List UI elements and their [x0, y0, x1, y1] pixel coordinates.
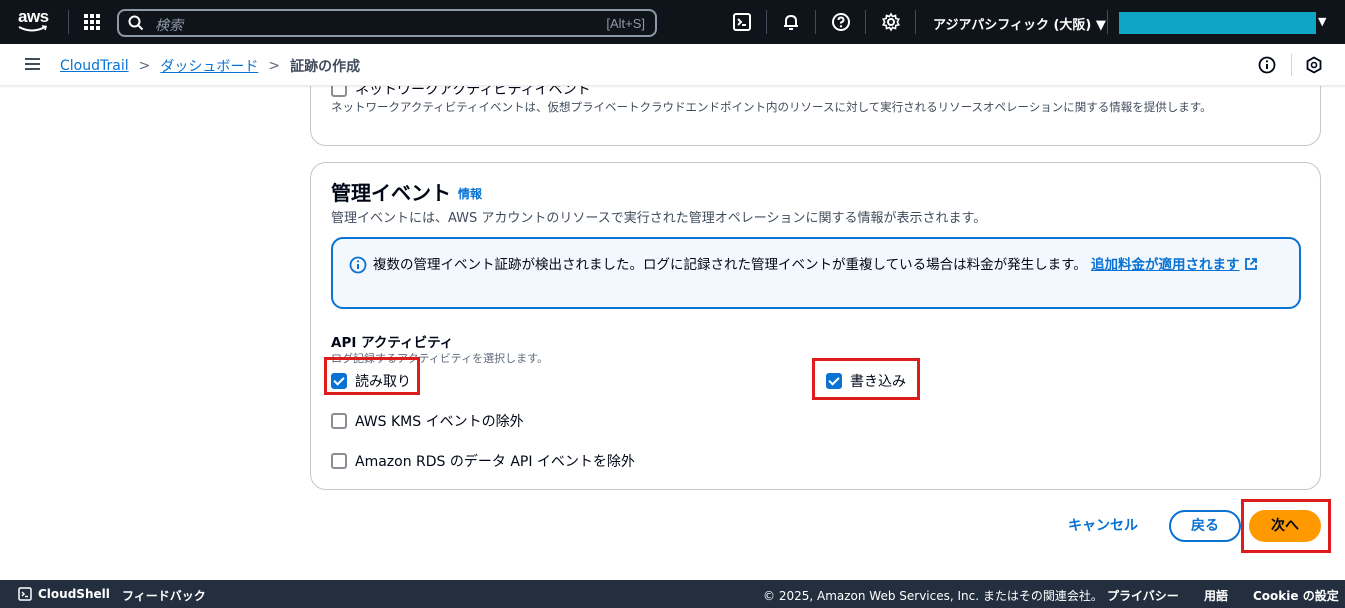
api-activity-title: API アクティビティ: [331, 335, 454, 351]
nav-divider: [915, 10, 916, 34]
settings-gear-icon[interactable]: [881, 12, 901, 32]
nav-divider: [766, 10, 767, 34]
cloudshell-icon[interactable]: [732, 12, 752, 32]
back-button[interactable]: 戻る: [1169, 510, 1241, 542]
management-events-title: 管理イベント: [331, 181, 451, 205]
management-events-card: 管理イベント 情報 管理イベントには、AWS アカウントのリソースで実行された管…: [310, 162, 1321, 490]
privacy-link[interactable]: プライバシー: [1107, 587, 1179, 604]
region-selector[interactable]: アジアパシフィック (大阪) ▼: [933, 14, 1106, 33]
aws-smile-icon: [18, 25, 48, 32]
account-menu[interactable]: [1119, 12, 1316, 34]
exclude-rds-checkbox-label: Amazon RDS のデータ API イベントを除外: [355, 454, 635, 470]
top-navigation: aws 検索 [Alt+S] アジアパシフィック (大阪) ▼ ▼: [0, 0, 1345, 44]
breadcrumb-dashboard[interactable]: ダッシュボード: [160, 56, 258, 76]
exclude-rds-checkbox[interactable]: [331, 453, 347, 469]
exclude-kms-checkbox[interactable]: [331, 413, 347, 429]
notifications-bell-icon[interactable]: [781, 12, 801, 32]
external-link-icon: [1244, 258, 1257, 270]
search-icon: [128, 15, 144, 31]
chevron-right-icon: >: [268, 58, 281, 74]
nav-divider: [1107, 10, 1108, 34]
search-bar[interactable]: 検索 [Alt+S]: [117, 9, 657, 37]
cookie-settings-link[interactable]: Cookie の設定: [1253, 587, 1339, 604]
nav-divider: [68, 10, 69, 34]
breadcrumb-bar: CloudTrail > ダッシュボード > 証跡の作成: [0, 44, 1345, 86]
nav-divider: [815, 10, 816, 34]
management-events-description: 管理イベントには、AWS アカウントのリソースで実行された管理オペレーションに関…: [331, 211, 987, 226]
cloudshell-icon: [18, 587, 32, 601]
network-events-description: ネットワークアクティビティイベントは、仮想プライベートクラウドエンドポイント内の…: [331, 100, 1212, 114]
feedback-link[interactable]: フィードバック: [122, 587, 206, 604]
highlight-write: [812, 358, 920, 400]
breadcrumb: CloudTrail > ダッシュボード > 証跡の作成: [60, 56, 360, 76]
copyright-text: © 2025, Amazon Web Services, Inc. またはその関…: [763, 589, 1103, 603]
terms-link[interactable]: 用語: [1204, 587, 1228, 604]
ai-assistant-hexagon-icon[interactable]: [1305, 56, 1323, 74]
exclude-kms-checkbox-label: AWS KMS イベントの除外: [355, 414, 524, 430]
help-icon[interactable]: [831, 12, 851, 32]
next-button[interactable]: 次へ: [1249, 510, 1321, 542]
additional-charges-link-label: 追加料金が適用されます: [1091, 257, 1240, 273]
cancel-button[interactable]: キャンセル: [1060, 510, 1146, 542]
cloudshell-button[interactable]: CloudShell: [18, 587, 110, 601]
highlight-read: [324, 357, 420, 395]
exclude-kms-checkbox-row[interactable]: AWS KMS イベントの除外: [331, 411, 524, 431]
duplicate-trail-alert: 複数の管理イベント証跡が検出されました。ログに記録された管理イベントが重複してい…: [331, 237, 1301, 309]
nav-divider: [865, 10, 866, 34]
breadcrumb-cloudtrail[interactable]: CloudTrail: [60, 58, 129, 74]
info-icon: [349, 256, 367, 274]
exclude-rds-checkbox-row[interactable]: Amazon RDS のデータ API イベントを除外: [331, 451, 635, 471]
chevron-right-icon: >: [138, 58, 151, 74]
services-grid-icon[interactable]: [84, 14, 100, 30]
aws-logo-text: aws: [18, 7, 49, 26]
footer-bar: CloudShell フィードバック © 2025, Amazon Web Se…: [0, 580, 1345, 608]
divider: [1291, 54, 1292, 76]
breadcrumb-current: 証跡の作成: [290, 59, 361, 75]
info-panel-icon[interactable]: [1258, 56, 1276, 74]
alert-text-block: 複数の管理イベント証跡が検出されました。ログに記録された管理イベントが重複してい…: [373, 255, 1273, 275]
aws-logo[interactable]: aws: [18, 8, 54, 36]
account-caret-icon[interactable]: ▼: [1318, 15, 1326, 28]
additional-charges-link[interactable]: 追加料金が適用されます: [1091, 257, 1258, 273]
cloudshell-label: CloudShell: [38, 587, 110, 601]
management-events-info-link[interactable]: 情報: [458, 185, 482, 202]
search-placeholder: 検索: [155, 18, 183, 34]
alert-message: 複数の管理イベント証跡が検出されました。ログに記録された管理イベントが重複してい…: [373, 257, 1087, 273]
menu-hamburger-icon[interactable]: [25, 58, 40, 70]
search-shortcut: [Alt+S]: [606, 16, 645, 31]
